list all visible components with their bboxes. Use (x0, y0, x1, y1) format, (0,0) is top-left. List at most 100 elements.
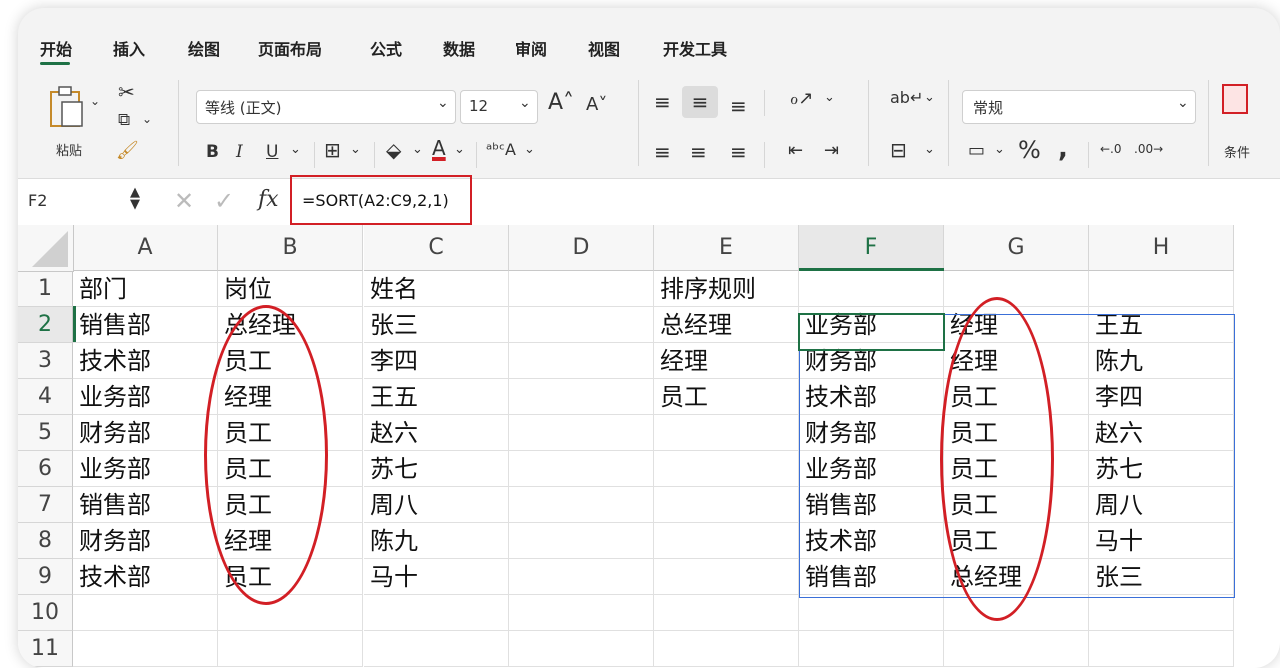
currency-dropdown-icon[interactable]: ⌄ (994, 142, 1005, 157)
row-header-11[interactable]: 11 (18, 631, 73, 667)
cell-a9[interactable]: 技术部 (73, 559, 218, 595)
tab-view[interactable]: 视图 (588, 36, 620, 60)
text-effects-dropdown-icon[interactable]: ⌄ (524, 142, 535, 157)
cell-a2[interactable]: 销售部 (73, 307, 218, 343)
enter-icon[interactable]: ✓ (214, 187, 234, 215)
row-header-1[interactable]: 1 (18, 271, 73, 307)
tab-draw[interactable]: 绘图 (188, 36, 220, 60)
bold-button[interactable]: B (206, 142, 219, 162)
select-all-corner[interactable] (18, 225, 74, 272)
cell-b11[interactable] (218, 631, 363, 667)
cell-a8[interactable]: 财务部 (73, 523, 218, 559)
cell-e4[interactable]: 员工 (654, 379, 799, 415)
cell-c1[interactable]: 姓名 (364, 271, 509, 307)
italic-button[interactable]: I (236, 142, 243, 162)
cell-h11[interactable] (1089, 631, 1234, 667)
tab-review[interactable]: 审阅 (515, 36, 547, 60)
cell-c5[interactable]: 赵六 (364, 415, 509, 451)
increase-decimal-icon[interactable]: ←.0 (1100, 142, 1122, 156)
row-header-8[interactable]: 8 (18, 523, 73, 559)
tab-formulas[interactable]: 公式 (370, 36, 402, 60)
cell-d4[interactable] (509, 379, 654, 415)
cell-e8[interactable] (654, 523, 799, 559)
format-painter-icon[interactable]: 🖌 (116, 140, 139, 161)
align-right-icon[interactable]: ≡ (730, 140, 747, 164)
align-middle-icon[interactable]: ≡ (682, 86, 718, 118)
function-icon[interactable]: fx (258, 187, 279, 212)
row-header-4[interactable]: 4 (18, 379, 73, 415)
cell-f11[interactable] (799, 631, 944, 667)
cell-d8[interactable] (509, 523, 654, 559)
tab-developer[interactable]: 开发工具 (663, 36, 727, 60)
cell-a11[interactable] (73, 631, 218, 667)
merge-center-icon[interactable]: ⊟ (890, 138, 907, 162)
font-name-select[interactable]: 等线 (正文) ⌄ (196, 90, 456, 124)
decrease-decimal-icon[interactable]: .00→ (1134, 142, 1163, 156)
text-effects-icon[interactable]: ᵃᵇᶜA (486, 140, 516, 159)
row-header-5[interactable]: 5 (18, 415, 73, 451)
copy-dropdown-icon[interactable]: ⌄ (142, 112, 152, 126)
font-color-icon[interactable]: A (432, 136, 446, 160)
cell-e5[interactable] (654, 415, 799, 451)
underline-button[interactable]: U (266, 142, 278, 162)
cell-h1[interactable] (1089, 271, 1234, 307)
cell-e6[interactable] (654, 451, 799, 487)
copy-icon[interactable]: ⧉ (118, 110, 130, 130)
cell-d6[interactable] (509, 451, 654, 487)
cell-g1[interactable] (944, 271, 1089, 307)
tab-home[interactable]: 开始 (40, 36, 72, 60)
tab-page-layout[interactable]: 页面布局 (258, 36, 322, 60)
align-left-icon[interactable]: ≡ (654, 140, 671, 164)
orientation-icon[interactable]: ℴ↗ (790, 88, 813, 109)
row-header-6[interactable]: 6 (18, 451, 73, 487)
column-header-a[interactable]: A (73, 225, 218, 271)
cell-e9[interactable] (654, 559, 799, 595)
cell-a7[interactable]: 销售部 (73, 487, 218, 523)
column-header-e[interactable]: E (654, 225, 799, 271)
cell-d9[interactable] (509, 559, 654, 595)
cell-a1[interactable]: 部门 (73, 271, 218, 307)
cell-d5[interactable] (509, 415, 654, 451)
tab-data[interactable]: 数据 (443, 36, 475, 60)
underline-dropdown-icon[interactable]: ⌄ (290, 142, 301, 157)
cell-a4[interactable]: 业务部 (73, 379, 218, 415)
align-bottom-icon[interactable]: ≡ (730, 94, 747, 118)
name-box[interactable]: F2 (28, 191, 47, 210)
cell-a3[interactable]: 技术部 (73, 343, 218, 379)
font-color-dropdown-icon[interactable]: ⌄ (454, 142, 465, 157)
cell-c11[interactable] (364, 631, 509, 667)
cell-h10[interactable] (1089, 595, 1234, 631)
active-cell-F2[interactable] (798, 313, 945, 351)
cell-e1[interactable]: 排序规则 (654, 271, 799, 307)
borders-dropdown-icon[interactable]: ⌄ (350, 142, 361, 157)
cell-f1[interactable] (799, 271, 944, 307)
cell-c2[interactable]: 张三 (364, 307, 509, 343)
align-center-icon[interactable]: ≡ (690, 140, 707, 164)
column-header-h[interactable]: H (1089, 225, 1234, 271)
column-header-d[interactable]: D (509, 225, 654, 271)
cell-f10[interactable] (799, 595, 944, 631)
paste-button[interactable] (48, 84, 88, 134)
name-box-stepper-icon[interactable]: ▲ ▼ (130, 186, 140, 211)
cut-icon[interactable]: ✂ (118, 80, 135, 104)
cell-c10[interactable] (364, 595, 509, 631)
cell-c8[interactable]: 陈九 (364, 523, 509, 559)
row-header-9[interactable]: 9 (18, 559, 73, 595)
cell-c6[interactable]: 苏七 (364, 451, 509, 487)
cell-d7[interactable] (509, 487, 654, 523)
wrap-text-icon[interactable]: ab↵ (890, 88, 923, 107)
cell-b10[interactable] (218, 595, 363, 631)
cancel-icon[interactable]: ✕ (174, 187, 194, 215)
row-header-10[interactable]: 10 (18, 595, 73, 631)
paste-dropdown-icon[interactable]: ⌄ (90, 94, 100, 108)
row-header-7[interactable]: 7 (18, 487, 73, 523)
decrease-indent-icon[interactable]: ⇤ (788, 140, 803, 161)
conditional-formatting-icon[interactable] (1222, 84, 1248, 114)
cell-e7[interactable] (654, 487, 799, 523)
cell-e11[interactable] (654, 631, 799, 667)
increase-font-icon[interactable]: A˄ (548, 90, 574, 115)
column-header-b[interactable]: B (218, 225, 363, 271)
conditional-formatting-label[interactable]: 条件 (1224, 142, 1250, 161)
cell-d2[interactable] (509, 307, 654, 343)
cell-d11[interactable] (509, 631, 654, 667)
